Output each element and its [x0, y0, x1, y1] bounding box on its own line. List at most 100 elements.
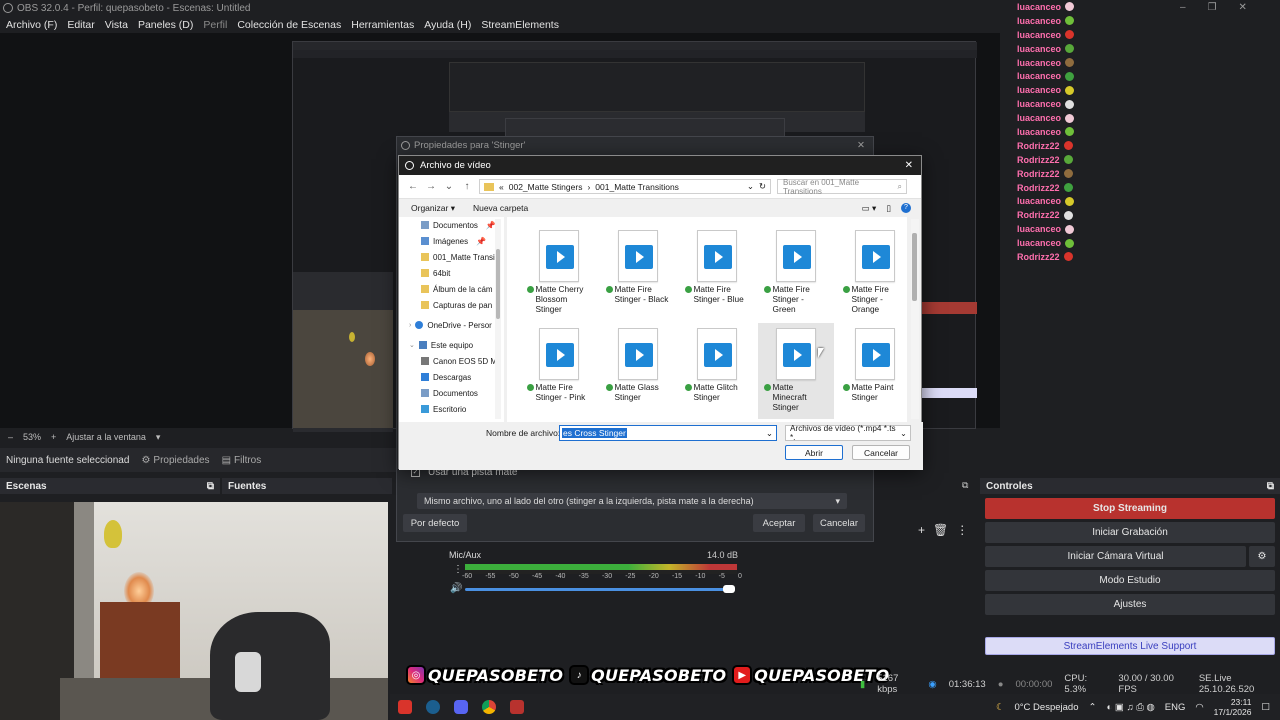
nav-item-documents[interactable]: Documentos 📌 — [399, 217, 504, 233]
chat-username[interactable]: Rodrizz22 — [1017, 183, 1060, 193]
sources-undock-button[interactable]: ⧉ — [962, 480, 968, 491]
file-item[interactable]: Matte Paint Stinger — [837, 323, 913, 419]
zoom-level[interactable]: 53% — [23, 432, 41, 442]
chevron-down-icon[interactable]: ⌄ — [766, 428, 773, 439]
nav-scrollbar[interactable] — [495, 219, 501, 419]
nav-item-desktop[interactable]: Escritorio — [399, 401, 504, 417]
chat-username[interactable]: luacanceo — [1017, 238, 1061, 248]
chevron-down-icon[interactable]: ⌄ — [747, 181, 754, 192]
up-arrow-icon[interactable]: ↑ — [461, 181, 473, 192]
chevron-down-icon[interactable]: ▾ — [156, 432, 161, 443]
nav-item-folder[interactable]: Álbum de la cám — [399, 281, 504, 297]
chat-username[interactable]: luacanceo — [1017, 44, 1061, 54]
back-arrow-icon[interactable]: ← — [407, 181, 419, 192]
app-icon[interactable] — [398, 700, 412, 714]
cancel-button[interactable]: Cancelar — [813, 514, 865, 532]
chat-username[interactable]: Rodrizz22 — [1017, 169, 1060, 179]
matte-mode-select[interactable]: Mismo archivo, uno al lado del otro (sti… — [417, 493, 847, 509]
stop-streaming-button[interactable]: Stop Streaming — [985, 498, 1275, 519]
filters-button[interactable]: ▤ Filtros — [222, 455, 262, 466]
file-cancel-button[interactable]: Cancelar — [852, 445, 910, 460]
undock-icon[interactable]: ⧉ — [207, 481, 214, 492]
volume-slider[interactable] — [465, 588, 735, 591]
preview-pane-icon[interactable]: ▯ — [886, 203, 891, 214]
support-button[interactable]: StreamElements Live Support — [985, 637, 1275, 655]
nav-item-images[interactable]: Imágenes 📌 — [399, 233, 504, 249]
file-item[interactable]: Matte Fire Stinger - Pink — [521, 323, 597, 419]
chat-username[interactable]: luacanceo — [1017, 224, 1061, 234]
file-item[interactable]: Matte Fire Stinger - Black — [600, 225, 676, 321]
tray-icons[interactable]: ◐ ▣ ♫ ⎙ ◍ — [1106, 702, 1154, 713]
file-item[interactable]: Matte Fire Stinger - Blue — [679, 225, 755, 321]
open-button[interactable]: Abrir — [785, 445, 843, 460]
zoom-in-icon[interactable]: + — [51, 432, 56, 442]
menu-file[interactable]: Archivo (F) — [6, 19, 57, 31]
path-segment[interactable]: 001_Matte Transitions — [595, 182, 679, 192]
trash-icon[interactable]: 🗑 — [933, 523, 948, 537]
chat-username[interactable]: luacanceo — [1017, 2, 1061, 12]
chat-username[interactable]: luacanceo — [1017, 99, 1061, 109]
new-folder-button[interactable]: Nueva carpeta — [473, 203, 528, 213]
chat-username[interactable]: luacanceo — [1017, 196, 1061, 206]
grid-scrollbar[interactable] — [911, 219, 919, 419]
accept-button[interactable]: Aceptar — [753, 514, 805, 532]
settings-button[interactable]: Ajustes — [985, 594, 1275, 615]
menu-tools[interactable]: Herramientas — [351, 19, 414, 31]
nav-item-documents[interactable]: Documentos — [399, 385, 504, 401]
help-icon[interactable]: ? — [901, 202, 911, 213]
fit-to-window[interactable]: Ajustar a la ventana — [66, 432, 146, 442]
menu-scene-collection[interactable]: Colección de Escenas — [237, 19, 341, 31]
chat-username[interactable]: luacanceo — [1017, 127, 1061, 137]
nav-item-folder[interactable]: Capturas de pan — [399, 297, 504, 313]
file-item[interactable]: Matte Cherry Blossom Stinger — [521, 225, 597, 321]
chat-username[interactable]: Rodrizz22 — [1017, 141, 1060, 151]
menu-view[interactable]: Vista — [105, 19, 128, 31]
speaker-icon[interactable]: 🔊 — [450, 583, 462, 594]
app-icon[interactable] — [510, 700, 524, 714]
virtual-camera-settings-button[interactable]: ⚙ — [1249, 546, 1275, 567]
properties-button[interactable]: ⚙ Propiedades — [141, 455, 209, 466]
wifi-icon[interactable]: ◠ — [1195, 702, 1203, 713]
studio-mode-button[interactable]: Modo Estudio — [985, 570, 1275, 591]
start-recording-button[interactable]: Iniciar Grabación — [985, 522, 1275, 543]
refresh-icon[interactable]: ↻ — [759, 181, 766, 192]
file-item[interactable]: Matte Glass Stinger — [600, 323, 676, 419]
chat-username[interactable]: luacanceo — [1017, 58, 1061, 68]
chat-username[interactable]: Rodrizz22 — [1017, 155, 1060, 165]
path-segment[interactable]: 002_Matte Stingers — [509, 182, 583, 192]
file-type-select[interactable]: Archivos de vídeo (*.mp4 *.ts *. ⌄ — [785, 424, 911, 442]
chat-username[interactable]: luacanceo — [1017, 71, 1061, 81]
chat-username[interactable]: luacanceo — [1017, 85, 1061, 95]
nav-item-onedrive[interactable]: › OneDrive - Persor — [399, 317, 504, 333]
virtual-camera-button[interactable]: Iniciar Cámara Virtual — [985, 546, 1246, 567]
kebab-menu-icon[interactable]: ⋮ — [956, 523, 968, 537]
clock[interactable]: 23:11 17/1/2026 — [1214, 697, 1252, 717]
steam-icon[interactable] — [426, 700, 440, 714]
chat-username[interactable]: Rodrizz22 — [1017, 210, 1060, 220]
notification-icon[interactable]: ☐ — [1261, 702, 1270, 713]
defaults-button[interactable]: Por defecto — [403, 514, 467, 532]
chevron-up-icon[interactable]: ⌃ — [1088, 702, 1096, 713]
nav-item-this-pc[interactable]: ⌄ Este equipo — [399, 337, 504, 353]
menu-docks[interactable]: Paneles (D) — [138, 19, 193, 31]
nav-item-camera[interactable]: Canon EOS 5D M — [399, 353, 504, 369]
address-bar[interactable]: « 002_Matte Stingers › 001_Matte Transit… — [479, 179, 771, 194]
nav-item-folder[interactable]: 64bit — [399, 265, 504, 281]
add-source-icon[interactable]: + — [918, 523, 925, 537]
nav-item-folder[interactable]: 001_Matte Transi — [399, 249, 504, 265]
file-item[interactable]: Matte Fire Stinger - Orange — [837, 225, 913, 321]
discord-icon[interactable] — [454, 700, 468, 714]
forward-arrow-icon[interactable]: → — [425, 181, 437, 192]
file-item[interactable]: Matte Glitch Stinger — [679, 323, 755, 419]
menu-help[interactable]: Ayuda (H) — [424, 19, 471, 31]
search-input[interactable]: Buscar en 001_Matte Transitions ⌕ — [777, 178, 907, 196]
menu-streamelements[interactable]: StreamElements — [481, 19, 559, 31]
zoom-out-icon[interactable]: – — [8, 432, 13, 442]
chat-username[interactable]: luacanceo — [1017, 113, 1061, 123]
close-icon[interactable]: ✕ — [857, 140, 865, 151]
chrome-icon[interactable] — [482, 700, 496, 714]
chat-username[interactable]: Rodrizz22 — [1017, 252, 1060, 262]
file-item[interactable]: Matte Minecraft Stinger — [758, 323, 834, 419]
nav-item-downloads[interactable]: Descargas — [399, 369, 504, 385]
filename-input[interactable]: es Cross Stinger ⌄ — [559, 425, 777, 441]
